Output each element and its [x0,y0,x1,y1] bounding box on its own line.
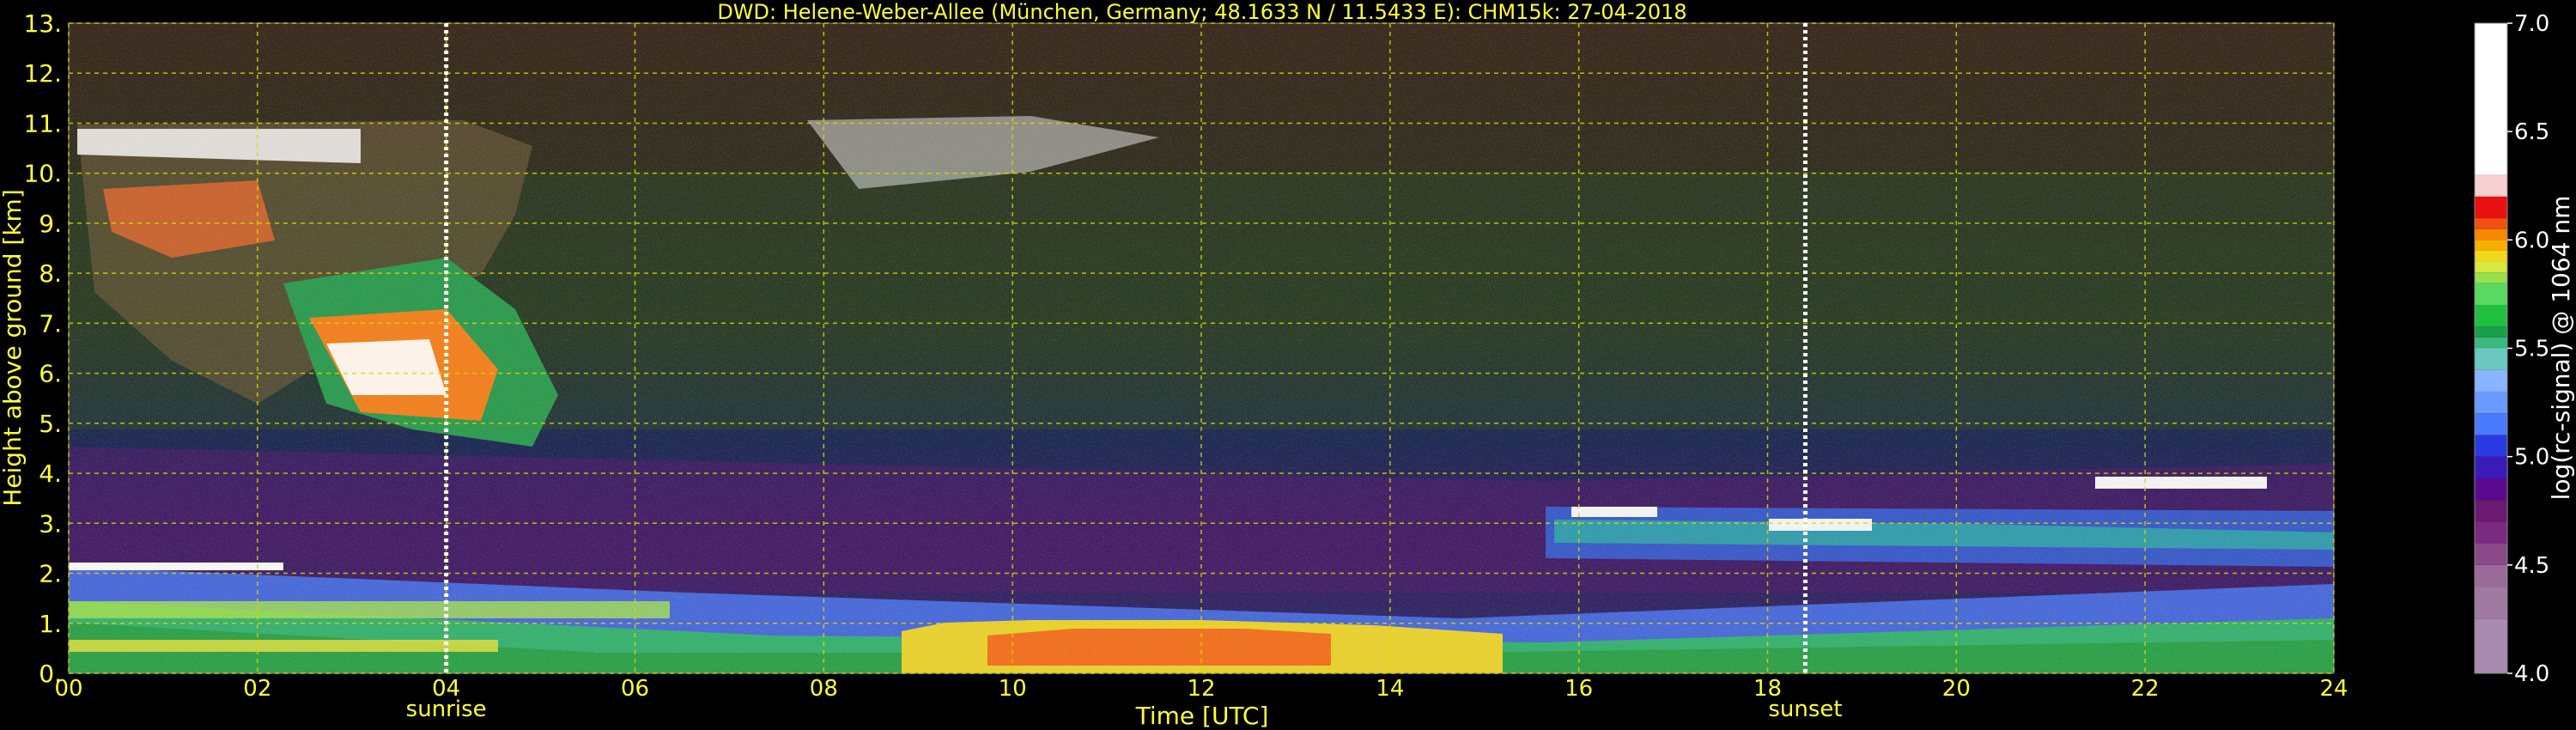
y-tick-label: 3. [39,509,62,538]
x-tick-label: 12 [1187,676,1215,702]
x-tick-label: 22 [2131,676,2160,702]
colorbar-segment [2475,500,2507,522]
colorbar-tick-label: 7.0 [2514,11,2549,37]
y-axis: 0.1.2.3.4.5.6.7.8.9.10.11.12.13. [23,9,62,688]
chart-title: DWD: Helene-Weber-Allee (München, German… [717,0,1686,24]
colorbar-segment [2475,348,2507,370]
colorbar-segment [2475,283,2507,306]
colorbar-segment [2475,250,2507,262]
x-tick-label: 06 [621,676,649,702]
x-tick-label: 16 [1564,676,1593,702]
y-tick-label: 1. [39,610,62,638]
colorbar-segment [2475,521,2507,544]
colorbar-segment [2475,587,2507,619]
colorbar-segment [2475,456,2507,478]
colorbar-tick-label: 4.0 [2514,661,2549,687]
colorbar-segment [2475,543,2507,565]
y-tick-label: 11. [23,109,62,137]
colorbar-tick-label: 6.5 [2514,119,2549,145]
y-tick-label: 5. [39,410,62,438]
colorbar-segment [2475,618,2507,673]
colorbar-tick-label: 5.5 [2514,337,2549,362]
colorbar-segment [2475,369,2507,392]
colorbar-segment [2475,391,2507,414]
y-tick-label: 2. [39,560,62,588]
x-tick-label: 24 [2319,676,2348,702]
y-tick-label: 4. [39,459,62,488]
colorbar-tick-label: 5.0 [2514,445,2549,471]
colorbar-segment [2475,228,2507,240]
x-tick-label: 00 [54,676,82,702]
x-tick-label: 02 [243,676,271,702]
colorbar-tick-label: 6.0 [2514,228,2549,253]
y-tick-label: 7. [39,309,62,338]
x-tick-label: 10 [999,676,1027,702]
colorbar: 4.0 4.5 5.0 5.5 6.0 6.5 7.0 [2474,11,2549,687]
colorbar-segment [2475,174,2507,197]
y-tick-label: 6. [39,360,62,388]
colorbar-segment [2475,326,2507,338]
colorbar-segment [2475,478,2507,501]
colorbar-segment [2475,435,2507,457]
colorbar-segment [2475,261,2507,273]
colorbar-segment [2475,196,2507,219]
marker-label-sunset: sunset [1768,697,1842,722]
x-tick-label: 14 [1376,676,1404,702]
colorbar-segment [2475,218,2507,229]
y-tick-label: 9. [39,210,62,238]
colorbar-label: log(rc-signal) @ 1064 nm [2547,196,2575,501]
y-tick-label: 12. [23,59,62,88]
colorbar-tick-label: 4.5 [2514,553,2549,579]
colorbar-segment [2475,23,2507,175]
colorbar-segment [2475,337,2507,349]
colorbar-segment [2475,272,2507,283]
colorbar-segment [2475,564,2507,587]
y-axis-label: Height above ground [km] [0,189,27,507]
x-tick-label: 08 [810,676,838,702]
x-tick-label: 20 [1942,676,1971,702]
ceilometer-chart: DWD: Helene-Weber-Allee (München, German… [0,0,2575,730]
y-tick-label: 13. [23,9,62,38]
y-tick-label: 10. [23,160,62,188]
colorbar-segment [2475,305,2507,327]
colorbar-segment [2475,240,2507,251]
colorbar-segment [2475,413,2507,435]
y-tick-label: 8. [39,259,62,288]
x-axis-label: Time [UTC] [1135,702,1269,730]
plot-area [68,22,2335,674]
marker-label-sunrise: sunrise [406,697,487,722]
